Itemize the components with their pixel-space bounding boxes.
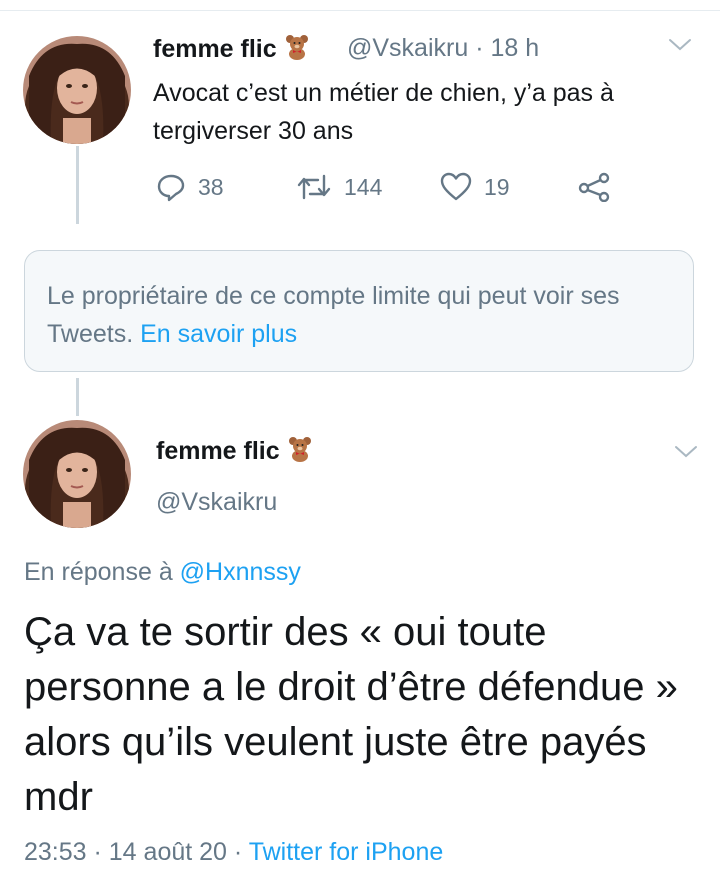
like-count: 19 xyxy=(484,173,510,200)
display-name[interactable]: femme flic xyxy=(156,436,312,469)
tweet-time[interactable]: 18 h xyxy=(490,34,539,62)
protected-account-notice: Le propriétaire de ce compte limite qui … xyxy=(24,250,694,372)
tweet-time: 23:53 xyxy=(24,838,87,866)
share-icon xyxy=(578,172,610,202)
tweet-source-link[interactable]: Twitter for iPhone xyxy=(249,838,444,866)
learn-more-link[interactable]: En savoir plus xyxy=(140,320,297,348)
user-handle[interactable]: @Vskaikru xyxy=(156,488,277,517)
top-divider xyxy=(0,10,720,11)
chevron-down-icon[interactable] xyxy=(668,38,692,57)
reply-icon xyxy=(157,174,185,202)
avatar[interactable] xyxy=(23,420,131,528)
tweet-date: 14 août 20 xyxy=(108,838,227,866)
tweet-text: Avocat c’est un métier de chien, y’a pas… xyxy=(153,79,614,145)
user-handle[interactable]: @Vskaikru xyxy=(347,34,468,62)
like-button[interactable]: 19 xyxy=(440,170,510,204)
reply-button[interactable]: 38 xyxy=(156,170,224,204)
chevron-down-icon[interactable] xyxy=(674,445,698,464)
thread-connector xyxy=(76,146,79,224)
reply-count: 38 xyxy=(198,173,224,200)
retweet-count: 144 xyxy=(344,173,383,200)
handle-and-time: @Vskaikru · 18 h xyxy=(347,34,540,62)
teddy-bear-icon xyxy=(285,34,309,67)
teddy-bear-icon xyxy=(288,436,312,469)
tweet-text: Ça va te sortir des « oui toute personne… xyxy=(24,610,678,819)
reply-to-handle-link[interactable]: @Hxnnssy xyxy=(180,558,301,586)
heart-icon xyxy=(440,172,472,201)
reply-context: En réponse à @Hxnnssy xyxy=(24,558,301,586)
retweet-icon xyxy=(297,174,331,200)
share-button[interactable] xyxy=(578,170,624,204)
avatar[interactable] xyxy=(23,36,131,144)
retweet-button[interactable]: 144 xyxy=(296,170,382,204)
thread-connector xyxy=(76,378,79,416)
tweet-metadata: 23:53 · 14 août 20 · Twitter for iPhone xyxy=(24,838,444,866)
display-name[interactable]: femme flic xyxy=(153,34,309,67)
